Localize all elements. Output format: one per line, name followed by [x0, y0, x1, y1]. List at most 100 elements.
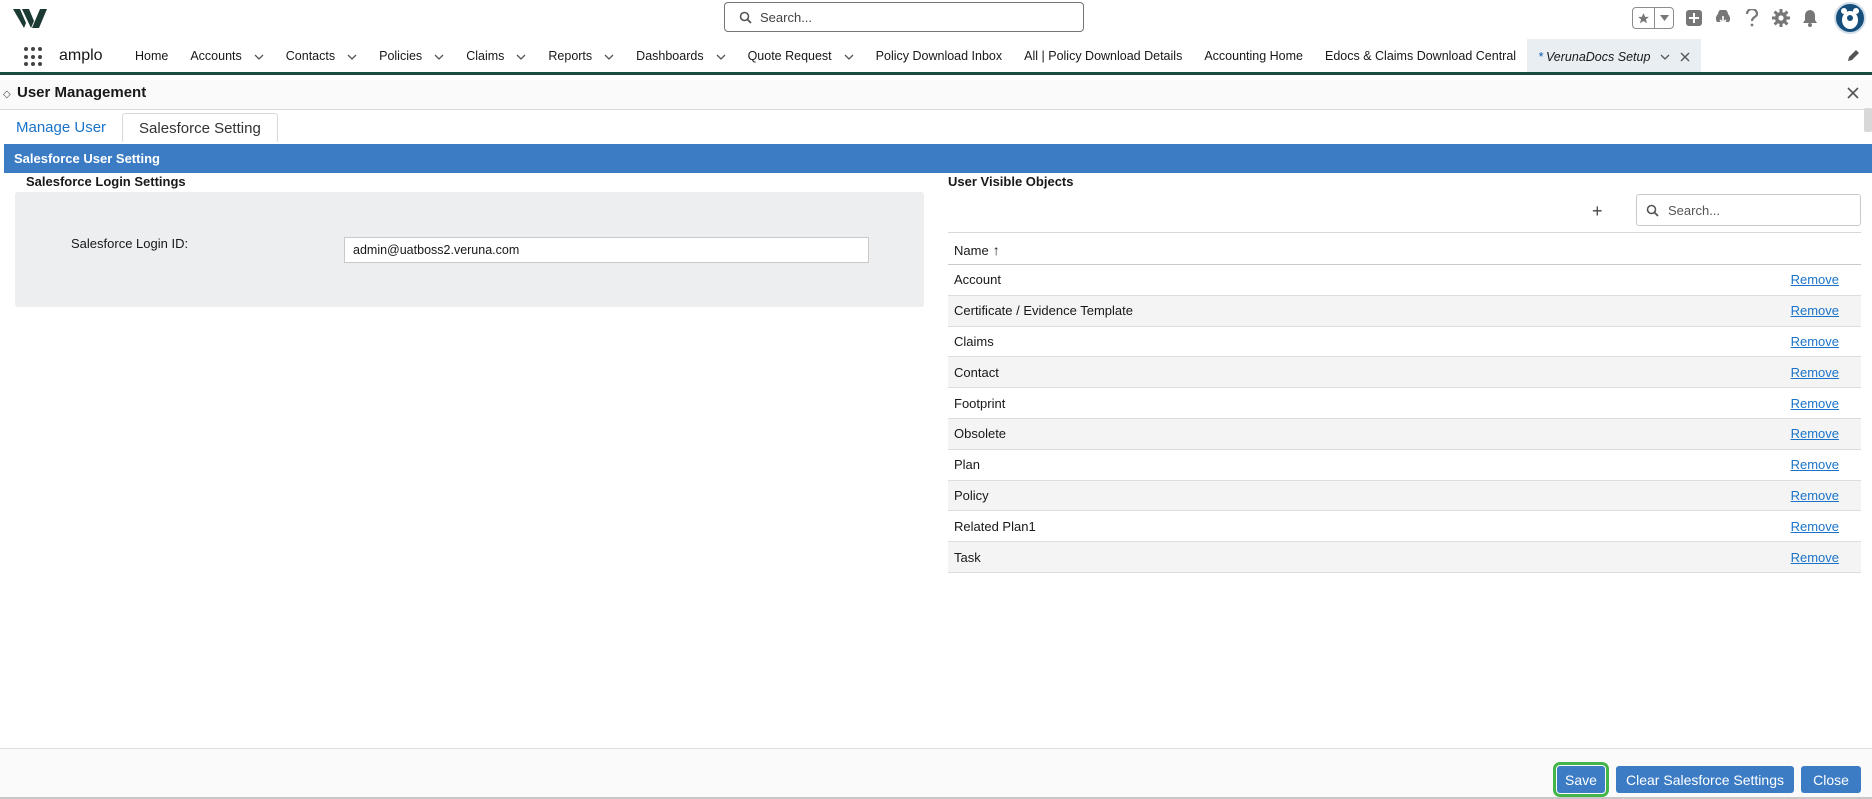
table-row: Obsolete Remove: [948, 418, 1861, 450]
nav-item-reports[interactable]: Reports: [537, 39, 625, 72]
object-name: Task: [954, 549, 981, 565]
nav-item-dashboards[interactable]: Dashboards: [625, 39, 736, 72]
column-header-name[interactable]: Name ↑: [948, 235, 1861, 265]
section-header: Salesforce User Setting: [4, 144, 1872, 173]
nav-tab-verunadocs-setup[interactable]: * VerunaDocs Setup: [1527, 39, 1702, 72]
nav-item-label: Claims: [466, 48, 505, 63]
add-icon[interactable]: [1684, 8, 1704, 28]
nav-item-accounting-home[interactable]: Accounting Home: [1193, 39, 1314, 72]
close-icon[interactable]: [1846, 86, 1860, 105]
object-name: Contact: [954, 364, 999, 380]
table-row: Task Remove: [948, 542, 1861, 573]
nav-item-quote-request[interactable]: Quote Request: [737, 39, 865, 72]
scrollbar[interactable]: [1864, 108, 1872, 132]
table-row: Account Remove: [948, 265, 1861, 296]
nav-item-label: Reports: [548, 48, 593, 63]
table-row: Certificate / Evidence Template Remove: [948, 295, 1861, 327]
trailhead-icon[interactable]: [1713, 8, 1733, 28]
nav-tab-label: VerunaDocs Setup: [1545, 49, 1651, 64]
remove-link[interactable]: Remove: [1791, 365, 1839, 380]
nav-item-home[interactable]: Home: [124, 39, 179, 72]
gear-icon[interactable]: [1771, 8, 1791, 28]
object-name: Certificate / Evidence Template: [954, 303, 1133, 319]
nav-item-contacts[interactable]: Contacts: [275, 39, 368, 72]
user-management-tabs: Manage User Salesforce Setting: [0, 113, 278, 142]
chevron-down-icon[interactable]: [1660, 54, 1670, 60]
chevron-down-icon[interactable]: [254, 49, 264, 63]
nav-item-policy-download-inbox[interactable]: Policy Download Inbox: [865, 39, 1013, 72]
object-name: Footprint: [954, 395, 1006, 411]
nav-item-claims[interactable]: Claims: [455, 39, 537, 72]
visible-objects-search-placeholder: Search...: [1668, 202, 1721, 218]
remove-link[interactable]: Remove: [1791, 550, 1839, 565]
login-id-label: Salesforce Login ID:: [71, 236, 189, 251]
nav-item-label: Edocs & Claims Download Central: [1325, 48, 1517, 63]
nav-item-policies[interactable]: Policies: [368, 39, 455, 72]
nav-item-label: Contacts: [285, 48, 336, 63]
bell-icon[interactable]: [1800, 8, 1820, 28]
remove-link[interactable]: Remove: [1791, 426, 1839, 441]
search-icon: [739, 11, 752, 24]
remove-link[interactable]: Remove: [1791, 303, 1839, 318]
chevron-down-icon[interactable]: [434, 49, 444, 63]
visible-objects-table: Account Remove Certificate / Evidence Temp…: [948, 265, 1861, 573]
column-header-label: Name: [954, 243, 989, 258]
chevron-down-icon[interactable]: [1655, 8, 1673, 28]
page-title: User Management: [17, 84, 147, 101]
visible-objects-toolbar: + Search...: [948, 193, 1861, 233]
chevron-down-icon[interactable]: [716, 49, 726, 63]
nav-item-all-policy-download-details[interactable]: All | Policy Download Details: [1013, 39, 1193, 72]
tab-manage-user[interactable]: Manage User: [0, 113, 122, 142]
save-button[interactable]: Save: [1553, 762, 1609, 797]
logo-icon[interactable]: [12, 6, 48, 30]
chevron-down-icon[interactable]: [516, 49, 526, 63]
object-name: Policy: [954, 487, 989, 503]
add-icon[interactable]: +: [1592, 201, 1603, 222]
login-id-field[interactable]: [344, 237, 869, 263]
app-launcher-icon[interactable]: [24, 47, 44, 67]
remove-link[interactable]: Remove: [1791, 488, 1839, 503]
remove-link[interactable]: Remove: [1791, 457, 1839, 472]
clear-salesforce-settings-button[interactable]: Clear Salesforce Settings: [1616, 766, 1794, 793]
edit-nav-icon[interactable]: [1847, 49, 1860, 67]
nav-item-accounts[interactable]: Accounts: [179, 39, 274, 72]
nav-item-label: Policies: [379, 48, 423, 63]
nav-item-label: Accounts: [190, 48, 242, 63]
avatar-icon[interactable]: [1834, 2, 1866, 34]
close-tab-icon[interactable]: [1680, 52, 1690, 62]
remove-link[interactable]: Remove: [1791, 519, 1839, 534]
collapse-icon[interactable]: ◇: [3, 89, 11, 100]
table-row: Plan Remove: [948, 450, 1861, 481]
user-management-title-bar: ◇ User Management: [0, 80, 1872, 110]
remove-link[interactable]: Remove: [1791, 334, 1839, 349]
nav-item-label: Home: [135, 48, 169, 63]
sort-ascending-icon: ↑: [992, 242, 1000, 258]
login-settings-heading: Salesforce Login Settings: [26, 174, 186, 189]
global-search-placeholder: Search...: [760, 9, 813, 25]
nav-item-label: All | Policy Download Details: [1024, 48, 1183, 63]
visible-objects-search-input[interactable]: Search...: [1636, 194, 1861, 226]
tab-salesforce-setting[interactable]: Salesforce Setting: [122, 113, 278, 142]
favorites-star-icon[interactable]: [1633, 8, 1655, 28]
object-name: Plan: [954, 457, 981, 473]
search-icon: [1646, 204, 1659, 217]
chevron-down-icon[interactable]: [604, 49, 614, 63]
remove-link[interactable]: Remove: [1791, 396, 1839, 411]
remove-link[interactable]: Remove: [1791, 272, 1839, 287]
login-settings-panel: Salesforce Login ID:: [15, 192, 924, 307]
header-utility-icons: [1632, 0, 1872, 36]
table-row: Contact Remove: [948, 357, 1861, 389]
chevron-down-icon[interactable]: [844, 49, 854, 63]
nav-item-edocs-claims-download-central[interactable]: Edocs & Claims Download Central: [1314, 39, 1527, 72]
object-name: Obsolete: [954, 426, 1007, 442]
global-search-input[interactable]: Search...: [724, 2, 1084, 32]
global-header: Search...: [0, 0, 1872, 36]
chevron-down-icon[interactable]: [347, 49, 357, 63]
nav-item-label: Accounting Home: [1204, 48, 1303, 63]
nav-item-label: Policy Download Inbox: [875, 48, 1003, 63]
object-name: Account: [954, 272, 1001, 288]
close-button[interactable]: Close: [1801, 766, 1861, 793]
favorites-control[interactable]: [1632, 7, 1674, 29]
help-icon[interactable]: [1742, 8, 1762, 28]
nav-item-label: Dashboards: [636, 48, 704, 63]
